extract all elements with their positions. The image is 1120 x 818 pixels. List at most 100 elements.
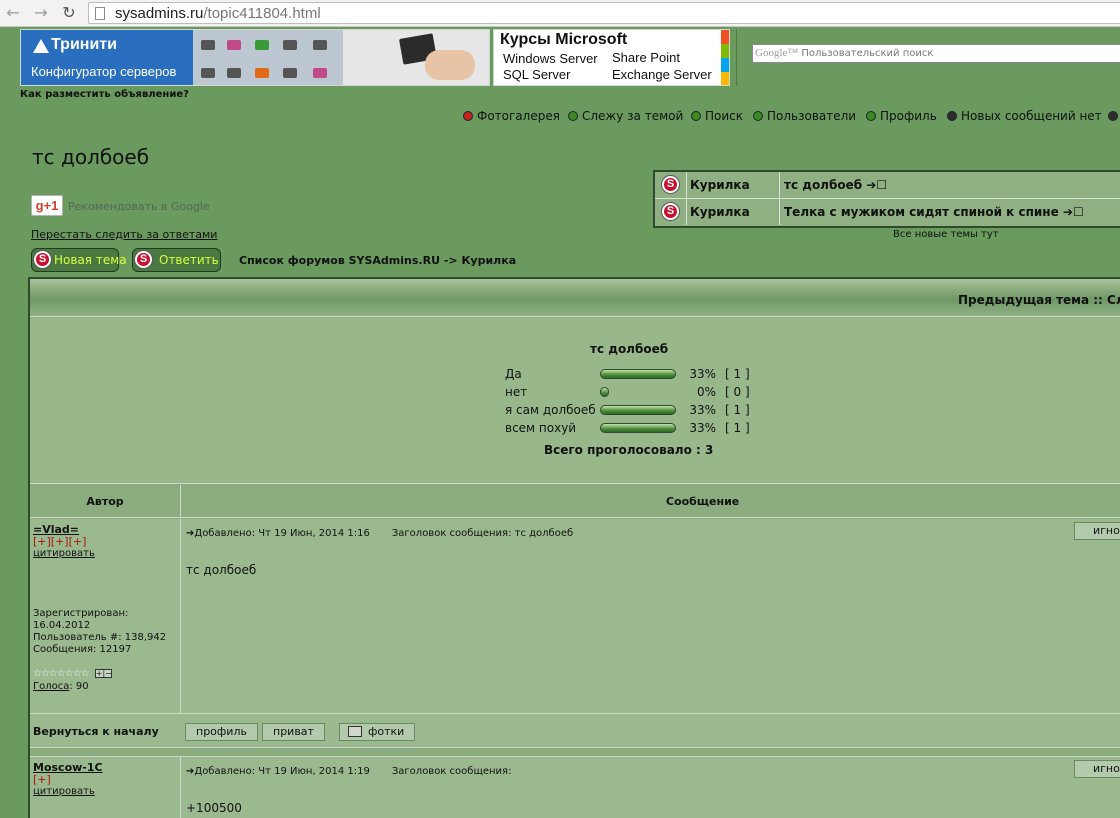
trinity-title: Тринити xyxy=(31,36,117,54)
poll-bar xyxy=(600,369,676,379)
recent-topic-title[interactable]: тс долбоеб ➔☐ xyxy=(780,172,1120,198)
photo-gallery-icon xyxy=(463,111,473,121)
poll-count: [ 1 ] xyxy=(725,421,750,435)
post-body: +100500 xyxy=(186,801,242,815)
post: Moscow-1C [+] цитировать ➔Добавлено: Чт … xyxy=(30,756,1120,818)
server-icon xyxy=(227,68,241,78)
nav-photo-gallery[interactable]: Фотогалерея xyxy=(463,109,560,123)
photos-label: фотки xyxy=(368,725,405,738)
watch-topic-icon xyxy=(568,111,578,121)
user-rank: [+] xyxy=(33,773,51,786)
post-subject: Заголовок сообщения: xyxy=(391,766,512,777)
profile-button[interactable]: профиль xyxy=(185,723,258,741)
server-icon xyxy=(283,68,297,78)
address-bar[interactable]: sysadmins.ru/topic411804.html xyxy=(88,2,1120,24)
ms-logo-stripe xyxy=(721,58,729,72)
nav-profile[interactable]: Профиль xyxy=(866,109,937,123)
post: =Vlad= [+][+][+] цитировать Зарегистриро… xyxy=(30,519,1120,714)
votes-link[interactable]: Голоса xyxy=(33,681,69,692)
poll-bar xyxy=(600,423,676,433)
trinity-banner[interactable]: Тринити Конфигуратор серверов xyxy=(20,29,490,86)
how-to-advertise-link[interactable]: Как разместить объявление? xyxy=(20,89,189,100)
poll-bar xyxy=(600,387,609,397)
recent-topic-row[interactable]: S Курилка тс долбоеб ➔☐ xyxy=(655,172,1120,199)
private-message-button[interactable]: приват xyxy=(262,723,325,741)
poll-percent: 0% xyxy=(696,385,716,399)
stop-watching-link[interactable]: Перестать следить за ответами xyxy=(31,228,217,241)
nav-watched-topics[interactable]: Слежу за темой xyxy=(568,109,683,123)
post-date[interactable]: ➔Добавлено: Чт 19 Июн, 2014 1:16 xyxy=(186,528,370,539)
poll-count: [ 1 ] xyxy=(725,403,750,417)
recent-topic-row[interactable]: S Курилка Телка с мужиком сидят спиной к… xyxy=(655,199,1120,226)
ignore-button[interactable]: игнор xyxy=(1074,760,1120,778)
search-placeholder: Пользовательский поиск xyxy=(801,48,934,59)
poll-title: тс долбоеб xyxy=(590,342,669,356)
post-body: тс долбоеб xyxy=(186,563,257,577)
user-rank: [+][+][+] xyxy=(33,535,87,548)
poll-option-label: я сам долбоеб xyxy=(505,403,596,417)
recent-forum-name[interactable]: Курилка xyxy=(687,172,780,198)
nav-label: Слежу за темой xyxy=(582,109,684,123)
recent-icon-cell: S xyxy=(655,199,687,225)
poll-percent: 33% xyxy=(689,403,716,417)
recent-topic-title[interactable]: Телка с мужиком сидят спиной к спине ➔☐ xyxy=(780,199,1120,225)
ms-course-item: Share Point xyxy=(612,50,680,65)
server-icon xyxy=(313,68,327,78)
google-search-input[interactable]: Google™ Пользовательский поиск xyxy=(752,44,1120,63)
nav-label: Профиль xyxy=(880,109,937,123)
nav-search[interactable]: Поиск xyxy=(691,109,743,123)
new-topic-button[interactable]: S Новая тема xyxy=(31,248,127,272)
poll-count: [ 0 ] xyxy=(725,385,750,399)
quote-link[interactable]: цитировать xyxy=(33,786,95,797)
user-number: Пользователь #: 138,942 xyxy=(33,632,167,643)
page-title: тс долбоеб xyxy=(32,145,150,169)
column-header-author: Автор xyxy=(30,485,181,518)
post-subject: Заголовок сообщения: тс долбоеб xyxy=(391,528,574,539)
quote-link[interactable]: цитировать xyxy=(33,548,95,559)
poll-option-label: Да xyxy=(505,367,522,381)
breadcrumb[interactable]: Список форумов SYSAdmins.RU -> Курилка xyxy=(239,254,516,267)
prev-next-topic-link[interactable]: Предыдущая тема :: Сле xyxy=(958,293,1120,307)
url-path: /topic411804.html xyxy=(203,5,321,22)
search-icon xyxy=(691,111,701,121)
reply-label: Ответить xyxy=(159,253,219,267)
user-message-count: Сообщения: 12197 xyxy=(33,644,132,655)
microsoft-courses-banner[interactable]: Курсы Microsoft Windows Server Share Poi… xyxy=(493,29,730,86)
topic-table: Предыдущая тема :: Сле тс долбоеб Да 33%… xyxy=(28,277,1120,818)
back-icon[interactable]: ← xyxy=(4,4,22,22)
poll: тс долбоеб Да 33% [ 1 ] нет 0% [ 0 ] я с… xyxy=(30,318,1120,484)
poll-bar xyxy=(600,405,676,415)
hand-icon xyxy=(425,50,475,80)
post-date[interactable]: ➔Добавлено: Чт 19 Июн, 2014 1:19 xyxy=(186,766,370,777)
messages-icon xyxy=(947,111,957,121)
reply-button[interactable]: S Ответить xyxy=(132,248,221,272)
all-new-topics-link[interactable]: Все новые темы тут xyxy=(893,229,999,240)
poll-option-label: всем похуй xyxy=(505,421,577,435)
ms-courses-title: Курсы Microsoft xyxy=(500,31,628,48)
post-header: ➔Добавлено: Чт 19 Июн, 2014 1:19 Заголово… xyxy=(186,766,511,777)
nav-new-messages[interactable]: Новых сообщений нет xyxy=(947,109,1102,123)
forward-icon[interactable]: → xyxy=(32,4,50,22)
server-icon xyxy=(255,68,269,78)
page-icon xyxy=(95,7,105,20)
back-to-top-link[interactable]: Вернуться к началу xyxy=(33,725,159,738)
users-icon xyxy=(753,111,763,121)
address-text: sysadmins.ru/topic411804.html xyxy=(115,5,321,22)
recent-icon-cell: S xyxy=(655,172,687,198)
nav-label: Фотогалерея xyxy=(477,109,560,123)
reload-icon[interactable]: ↻ xyxy=(60,4,78,22)
prev-next-bar: Предыдущая тема :: Сле xyxy=(30,279,1120,317)
search-area: Google™ Пользовательский поиск xyxy=(736,29,1120,86)
ms-course-item: Windows Server xyxy=(503,51,598,66)
plus-minus-icon[interactable]: +|− xyxy=(94,668,112,678)
poll-option: Да 33% [ 1 ] xyxy=(505,367,765,383)
ms-logo-stripe xyxy=(721,30,729,44)
nav-more[interactable] xyxy=(1108,109,1120,123)
sysadmins-s-icon: S xyxy=(34,251,51,268)
google-plus-button[interactable]: g+1 xyxy=(31,195,63,216)
recent-forum-name[interactable]: Курилка xyxy=(687,199,780,225)
ignore-button[interactable]: игнор xyxy=(1074,522,1120,540)
photos-button[interactable]: фотки xyxy=(339,723,416,741)
server-icon xyxy=(313,40,327,50)
nav-users[interactable]: Пользователи xyxy=(753,109,856,123)
